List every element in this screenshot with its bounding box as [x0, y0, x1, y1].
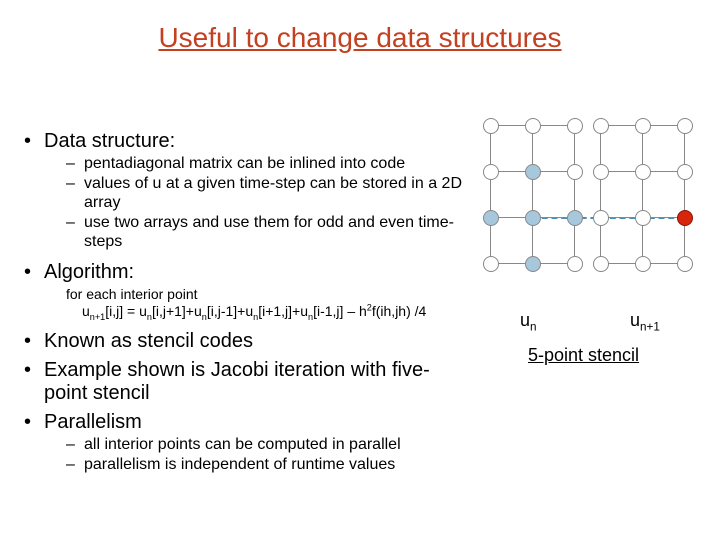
label-unp1: un+1	[630, 310, 660, 331]
stencil-diagram: un un+1 5-point stencil	[490, 125, 700, 385]
sub-bullet: parallelism is independent of runtime va…	[66, 456, 462, 476]
sub-bullet: values of u at a given time-step can be …	[66, 175, 462, 214]
slide: Useful to change data structures Data st…	[0, 0, 720, 540]
grid-un	[490, 125, 574, 263]
bullet-jacobi: Example shown is Jacobi iteration with f…	[22, 359, 462, 409]
label-un: un	[520, 310, 537, 331]
diagram-caption: 5-point stencil	[528, 345, 639, 366]
code-line: for each interior point	[66, 286, 462, 303]
bullet-text: Data structure:	[44, 130, 175, 152]
stencil-node-west	[483, 210, 499, 226]
bullet-algorithm: Algorithm: for each interior point un+1[…	[22, 261, 462, 328]
bullet-stencil-codes: Known as stencil codes	[22, 330, 462, 357]
stencil-node-target	[677, 210, 693, 226]
bullet-text: Parallelism	[44, 411, 142, 433]
sub-list: all interior points can be computed in p…	[44, 436, 462, 477]
content-area: Data structure: pentadiagonal matrix can…	[22, 130, 462, 484]
bullet-list: Data structure: pentadiagonal matrix can…	[22, 130, 462, 482]
algorithm-block: for each interior point un+1[i,j] = un[i…	[66, 286, 462, 320]
code-line-formula: un+1[i,j] = un[i,j+1]+un[i,j-1]+un[i+1,j…	[66, 303, 462, 320]
sub-list: pentadiagonal matrix can be inlined into…	[44, 155, 462, 253]
grid-unp1	[600, 125, 684, 263]
sub-bullet: all interior points can be computed in p…	[66, 436, 462, 456]
sub-bullet: pentadiagonal matrix can be inlined into…	[66, 155, 462, 175]
slide-title: Useful to change data structures	[0, 22, 720, 54]
sub-bullet: use two arrays and use them for odd and …	[66, 214, 462, 253]
bullet-parallelism: Parallelism all interior points can be c…	[22, 411, 462, 483]
stencil-node-center	[525, 210, 541, 226]
stencil-node-south	[525, 256, 541, 272]
bullet-data-structure: Data structure: pentadiagonal matrix can…	[22, 130, 462, 259]
stencil-node-east	[567, 210, 583, 226]
stencil-node-north	[525, 164, 541, 180]
bullet-text: Algorithm:	[44, 261, 134, 283]
